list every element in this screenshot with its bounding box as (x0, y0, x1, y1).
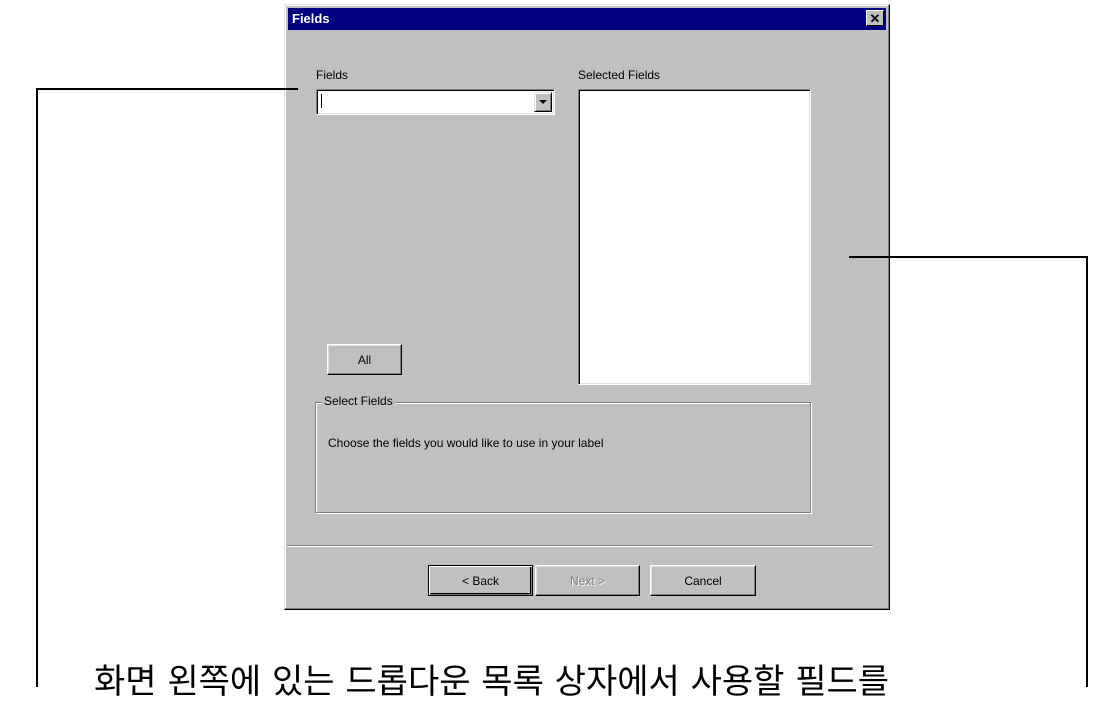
dropdown-button[interactable] (534, 92, 552, 112)
back-button[interactable]: < Back (428, 565, 533, 596)
close-button[interactable]: ✕ (866, 10, 884, 26)
right-callout-horizontal (849, 256, 1088, 258)
all-button[interactable]: All (327, 344, 402, 375)
select-fields-group: Select Fields Choose the fields you woul… (315, 394, 811, 513)
cancel-button[interactable]: Cancel (650, 565, 756, 596)
group-title: Select Fields (322, 394, 395, 408)
title-bar: Fields ✕ (288, 8, 886, 30)
separator-highlight (287, 546, 873, 547)
chevron-down-icon (539, 100, 547, 104)
cancel-button-label: Cancel (684, 573, 722, 588)
selected-fields-label: Selected Fields (578, 68, 661, 82)
all-button-label: All (357, 352, 372, 367)
left-callout-vertical (36, 88, 38, 687)
right-callout-vertical (1086, 256, 1088, 687)
fields-dropdown[interactable] (316, 89, 555, 115)
group-description: Choose the fields you would like to use … (328, 436, 604, 450)
dialog-title: Fields (292, 11, 330, 26)
left-callout-horizontal (36, 88, 298, 90)
annotation-caption: 화면 왼쪽에 있는 드롭다운 목록 상자에서 사용할 필드를 (94, 662, 890, 702)
text-caret (321, 94, 322, 108)
back-button-label: < Back (461, 573, 500, 588)
next-button-label: Next > (569, 573, 605, 588)
fields-label: Fields (316, 68, 349, 82)
selected-fields-list[interactable] (578, 89, 811, 385)
close-icon: ✕ (869, 10, 881, 26)
next-button[interactable]: Next > (535, 565, 640, 596)
fields-dialog: Fields ✕ Fields Selected Fields All Sele… (284, 4, 890, 610)
